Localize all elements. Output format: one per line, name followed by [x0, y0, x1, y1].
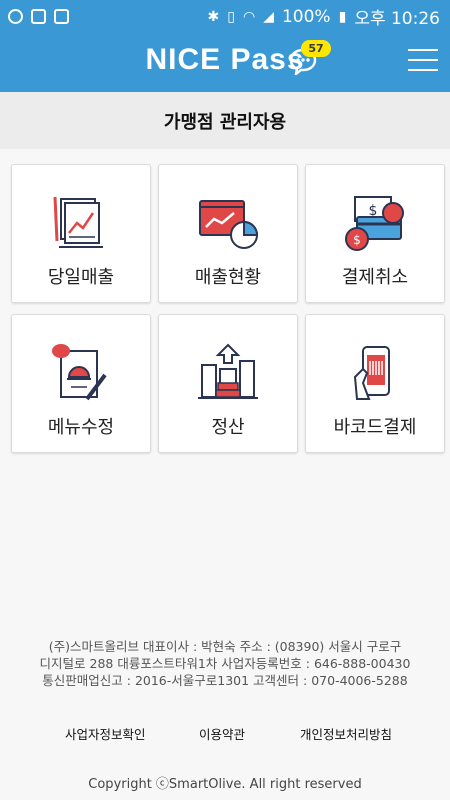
menu-edit-icon [52, 344, 107, 401]
company-info-line: 통신판매업신고 : 2016-서울구로1301 고객센터 : 070-4006-… [42, 673, 408, 688]
company-info-line: (주)스마트올리브 대표이사 : 박현숙 주소 : (08390) 서울시 구로… [48, 639, 402, 654]
tile-payment-cancel[interactable]: $ $ 결제취소 [305, 164, 445, 303]
app-header: NICE Pass 57 [0, 33, 450, 92]
app-title: NICE Pass [145, 43, 305, 76]
tile-settlement[interactable]: 정산 [158, 314, 298, 453]
clipboard-notification-icon [54, 9, 69, 24]
gallery-notification-icon [31, 9, 46, 24]
tile-label: 결제취소 [341, 267, 409, 288]
tile-menu-edit[interactable]: 메뉴수정 [11, 314, 151, 453]
tile-label: 정산 [211, 417, 245, 438]
tile-barcode-payment[interactable]: 바코드결제 [305, 314, 445, 453]
privacy-policy-link[interactable]: 개인정보처리방침 [300, 724, 392, 743]
business-info-link[interactable]: 사업자정보확인 [65, 724, 146, 743]
company-info: (주)스마트올리브 대표이사 : 박현숙 주소 : (08390) 서울시 구로… [0, 638, 450, 689]
battery-percent: 100% [281, 6, 331, 27]
vibrate-icon: ▯ [227, 8, 235, 25]
wifi-icon: ◠ [242, 8, 256, 25]
status-left [8, 9, 69, 24]
tile-label: 메뉴수정 [47, 417, 115, 438]
menu-grid: 당일매출 매출현황 $ $ 결제취소 메뉴수정 정산 바코드결제 [11, 164, 445, 453]
status-right: ✱ ▯ ◠ ◢ 100% ▮ 오후 10:26 [207, 4, 440, 30]
tile-sales-status[interactable]: 매출현황 [158, 164, 298, 303]
bluetooth-icon: ✱ [207, 8, 220, 25]
tile-daily-sales[interactable]: 당일매출 [11, 164, 151, 303]
company-info-line: 디지털로 288 대륭포스트타워1차 사업자등록번호 : 646-888-004… [39, 656, 411, 671]
barcode-payment-icon [353, 346, 390, 400]
tile-label: 바코드결제 [333, 417, 417, 438]
footer-links: 사업자정보확인 이용약관 개인정보처리방침 [0, 724, 450, 742]
daily-sales-icon [53, 196, 103, 248]
payment-cancel-icon: $ $ [345, 196, 404, 251]
battery-icon: ▮ [338, 8, 347, 25]
signal-icon: ◢ [263, 8, 274, 25]
hamburger-menu-icon[interactable] [408, 49, 438, 71]
terms-link[interactable]: 이용약관 [199, 724, 245, 743]
app-notification-icon [8, 9, 23, 24]
page-subtitle: 가맹점 관리자용 [0, 92, 450, 149]
notification-badge: 57 [301, 40, 331, 57]
tile-label: 매출현황 [194, 267, 262, 288]
sales-status-icon [199, 200, 259, 249]
copyright: Copyright ⓒSmartOlive. All right reserve… [88, 777, 362, 792]
svg-text:$: $ [353, 233, 361, 247]
settlement-icon [198, 343, 258, 399]
clock: 오후 10:26 [354, 9, 440, 29]
status-bar: ✱ ▯ ◠ ◢ 100% ▮ 오후 10:26 [0, 0, 450, 33]
tile-label: 당일매출 [47, 267, 115, 288]
